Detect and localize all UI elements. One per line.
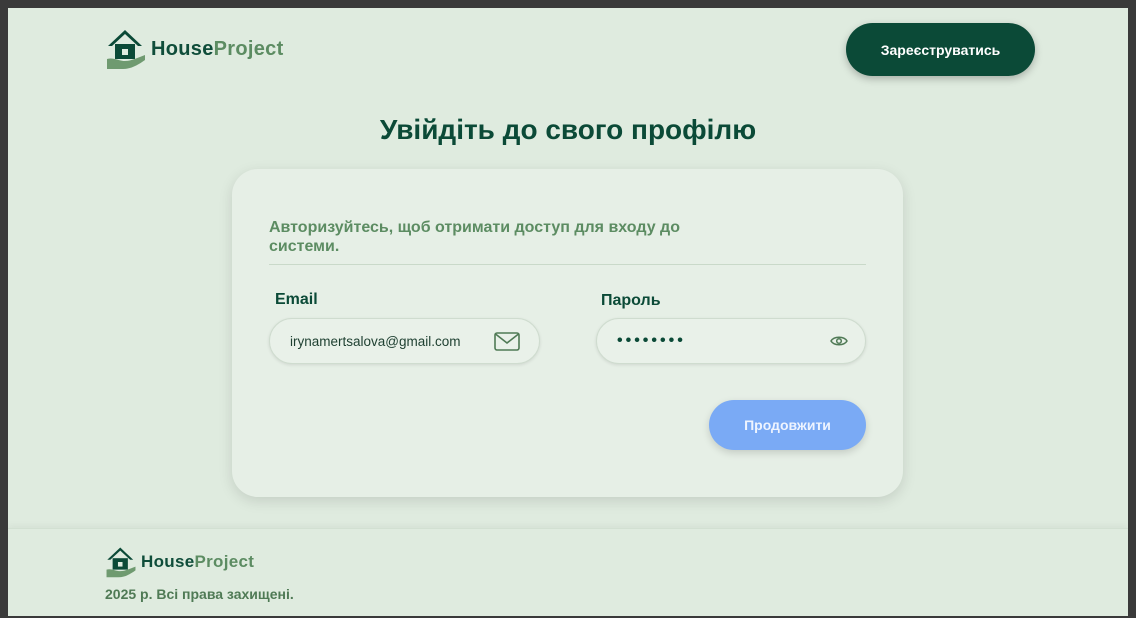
email-label: Email [275, 291, 318, 308]
register-button[interactable]: Зареєструватись [846, 23, 1035, 76]
password-field[interactable]: •••••••• [596, 318, 866, 364]
email-field[interactable]: irynamertsalova@gmail.com [269, 318, 540, 364]
brand-name: HouseProject [151, 37, 284, 60]
house-hand-icon [107, 30, 145, 69]
page: HouseProject Зареєструватись Увійдіть до… [8, 8, 1128, 616]
footer-logo[interactable]: HouseProject [105, 545, 254, 579]
login-card: Авторизуйтесь, щоб отримати доступ для в… [232, 169, 903, 497]
login-subtitle: Авторизуйтесь, щоб отримати доступ для в… [269, 219, 680, 255]
footer: HouseProject 2025 р. Всі права захищені. [8, 528, 1128, 616]
copyright-text: 2025 р. Всі права захищені. [105, 586, 294, 602]
brand-name: HouseProject [141, 552, 255, 571]
password-value: •••••••• [617, 332, 686, 349]
email-value: irynamertsalova@gmail.com [290, 333, 461, 349]
envelope-icon [494, 332, 520, 351]
continue-button[interactable]: Продовжити [709, 400, 866, 450]
header-logo[interactable]: HouseProject [105, 27, 284, 71]
house-hand-icon [106, 547, 136, 578]
page-title: Увійдіть до свого профілю [379, 114, 757, 145]
divider [269, 264, 866, 265]
eye-icon[interactable] [830, 334, 848, 348]
password-label: Пароль [601, 292, 661, 309]
